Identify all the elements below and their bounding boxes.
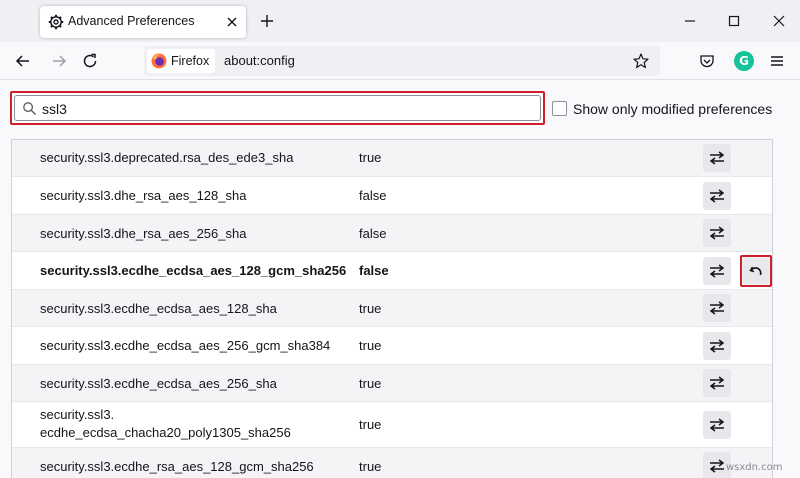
toggle-button[interactable]: [703, 294, 731, 322]
pref-value: true: [359, 417, 382, 432]
pref-name: security.ssl3.ecdhe_ecdsa_aes_128_gcm_sh…: [40, 263, 347, 278]
toggle-arrows-icon: [709, 418, 725, 432]
toggle-arrows-icon: [709, 376, 725, 390]
toggle-arrows-icon: [709, 226, 725, 240]
table-row: security.ssl3.ecdhe_ecdsa_aes_256_gcm_sh…: [12, 327, 772, 365]
pref-value: false: [359, 188, 387, 203]
bookmark-star-icon[interactable]: [632, 52, 650, 70]
table-row-modified: security.ssl3.ecdhe_ecdsa_aes_128_gcm_sh…: [12, 252, 772, 290]
pref-name: security.ssl3.ecdhe_ecdsa_aes_256_gcm_sh…: [40, 338, 331, 353]
minimize-icon[interactable]: [681, 12, 699, 30]
pref-name: security.ssl3.ecdhe_ecdsa_aes_256_sha: [40, 376, 277, 391]
search-icon: [23, 102, 37, 116]
reset-button-face: [743, 258, 769, 284]
toggle-arrows-icon: [709, 459, 725, 473]
url-bar[interactable]: Firefox about:config: [144, 46, 660, 76]
table-row: security.ssl3.deprecated.rsa_des_ede3_sh…: [12, 140, 772, 177]
tab-advanced-preferences[interactable]: Advanced Preferences: [40, 6, 246, 38]
toggle-arrows-icon: [709, 264, 725, 278]
table-row: security.ssl3.dhe_rsa_aes_128_sha false: [12, 177, 772, 215]
tab-title: Advanced Preferences: [68, 14, 195, 28]
toggle-arrows-icon: [709, 301, 725, 315]
table-row: security.ssl3.ecdhe_rsa_aes_128_gcm_sha2…: [12, 448, 772, 478]
pref-value: true: [359, 150, 382, 165]
undo-icon: [749, 266, 762, 276]
toggle-button[interactable]: [703, 219, 731, 247]
hamburger-menu-icon[interactable]: [768, 52, 786, 70]
pref-name: security.ssl3.dhe_rsa_aes_128_sha: [40, 188, 247, 203]
back-arrow-icon[interactable]: [14, 52, 32, 70]
search-input[interactable]: [42, 99, 522, 119]
toggle-button[interactable]: [703, 332, 731, 360]
toggle-arrows-icon: [709, 339, 725, 353]
table-row: security.ssl3.ecdhe_ecdsa_aes_128_sha tr…: [12, 290, 772, 327]
firefox-logo-icon: [151, 53, 167, 69]
nav-toolbar: Firefox about:config: [0, 42, 800, 80]
pref-name: security.ssl3.dhe_rsa_aes_256_sha: [40, 226, 247, 241]
pref-name: security.ssl3.ecdhe_rsa_aes_128_gcm_sha2…: [40, 459, 314, 474]
close-icon[interactable]: [770, 12, 788, 30]
pref-value: false: [359, 226, 387, 241]
reset-button[interactable]: [740, 255, 772, 287]
toggle-button[interactable]: [703, 411, 731, 439]
gear-icon: [48, 14, 64, 30]
pref-name: security.ssl3.ecdhe_ecdsa_aes_128_sha: [40, 301, 277, 316]
table-row: security.ssl3. ecdhe_ecdsa_chacha20_poly…: [12, 402, 772, 448]
identity-box[interactable]: Firefox: [147, 49, 216, 73]
pref-name: security.ssl3.deprecated.rsa_des_ede3_sh…: [40, 150, 294, 165]
show-modified-label[interactable]: Show only modified preferences: [573, 101, 772, 117]
extension-badge: G: [739, 54, 749, 68]
toggle-button[interactable]: [703, 144, 731, 172]
search-highlight-box: [10, 91, 545, 125]
forward-arrow-icon[interactable]: [50, 52, 68, 70]
pref-name-line1: security.ssl3.: [40, 407, 115, 422]
pref-value: true: [359, 376, 382, 391]
pref-value: false: [359, 263, 389, 278]
close-tab-icon[interactable]: [224, 14, 240, 30]
search-field[interactable]: [14, 95, 541, 121]
grammarly-extension-icon[interactable]: G: [734, 51, 754, 71]
new-tab-icon[interactable]: [258, 12, 276, 30]
tab-strip: Advanced Preferences: [0, 0, 800, 42]
toggle-arrows-icon: [709, 189, 725, 203]
pref-name-line2: ecdhe_ecdsa_chacha20_poly1305_sha256: [40, 425, 291, 440]
watermark-text: wsxdn.com: [726, 462, 783, 473]
toggle-button[interactable]: [703, 369, 731, 397]
show-modified-checkbox[interactable]: [552, 101, 567, 116]
table-row: security.ssl3.dhe_rsa_aes_256_sha false: [12, 215, 772, 252]
pref-value: true: [359, 301, 382, 316]
preferences-table: security.ssl3.deprecated.rsa_des_ede3_sh…: [11, 139, 773, 478]
table-row: security.ssl3.ecdhe_ecdsa_aes_256_sha tr…: [12, 365, 772, 402]
toggle-button[interactable]: [703, 182, 731, 210]
toggle-arrows-icon: [709, 151, 725, 165]
identity-label: Firefox: [171, 54, 210, 68]
toggle-button[interactable]: [703, 257, 731, 285]
maximize-icon[interactable]: [725, 12, 743, 30]
pref-value: true: [359, 338, 382, 353]
reload-icon[interactable]: [81, 52, 99, 70]
pocket-icon[interactable]: [698, 52, 716, 70]
url-text[interactable]: about:config: [224, 53, 295, 68]
pref-value: true: [359, 459, 382, 474]
